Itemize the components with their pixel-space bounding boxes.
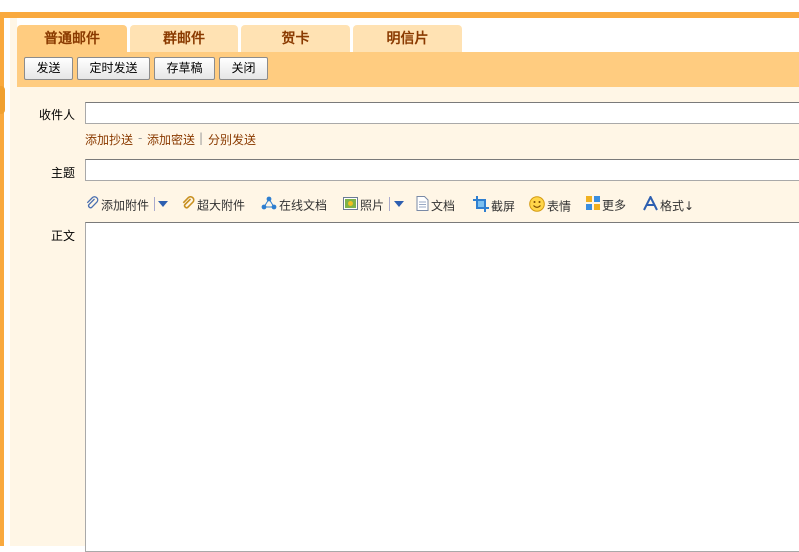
body-editor[interactable] [85,222,799,552]
tab-group-mail[interactable]: 群邮件 [130,25,238,52]
super-attachment-label: 超大附件 [197,198,246,213]
screenshot-button[interactable]: 截屏 [473,196,515,214]
recipient-label: 收件人 [38,108,75,122]
document-label: 文档 [431,199,456,213]
recipient-input[interactable] [85,102,799,124]
photo-button[interactable]: 照片 [343,196,384,214]
add-attachment-button[interactable]: 添加附件 [85,196,149,214]
tab-greeting-card[interactable]: 贺卡 [241,25,350,52]
tool-divider [154,197,155,211]
format-label: 格式↓ [660,199,695,213]
link-separator: - [138,131,143,145]
chevron-down-icon[interactable] [158,201,168,207]
font-a-icon [643,194,658,216]
link-separator: | [199,131,204,145]
emoji-label: 表情 [547,199,572,214]
paperclip-large-icon [181,196,195,215]
emoji-button[interactable]: 表情 [529,196,571,214]
screenshot-label: 截屏 [491,199,516,214]
left-inner-strip [10,18,17,546]
subject-input[interactable] [85,159,799,181]
send-button[interactable]: 发送 [24,57,73,80]
grid-icon [586,196,600,215]
tab-normal-mail[interactable]: 普通邮件 [17,25,127,52]
scheduled-send-button[interactable]: 定时发送 [77,57,150,80]
document-icon [416,196,429,216]
add-cc-link[interactable]: 添加抄送 [85,131,133,148]
save-draft-button[interactable]: 存草稿 [154,57,215,80]
online-doc-label: 在线文档 [279,198,328,213]
chevron-down-icon[interactable] [394,201,404,207]
close-button[interactable]: 关闭 [219,57,268,80]
share-nodes-icon [261,196,277,215]
photo-label: 照片 [360,198,385,213]
top-accent-bar [0,12,799,18]
more-label: 更多 [602,198,627,213]
separate-send-link[interactable]: 分别发送 [208,131,256,148]
sidebar-collapse-handle[interactable] [0,86,5,114]
format-button[interactable]: 格式↓ [643,194,695,216]
tab-postcard[interactable]: 明信片 [353,25,462,52]
online-doc-button[interactable]: 在线文档 [261,196,327,214]
body-label: 正文 [50,229,75,243]
tool-divider [389,197,390,211]
subject-label: 主题 [50,166,75,180]
more-button[interactable]: 更多 [586,196,626,214]
screenshot-icon [473,196,489,217]
smiley-icon [529,196,545,217]
add-bcc-link[interactable]: 添加密送 [147,131,195,148]
super-attachment-button[interactable]: 超大附件 [181,196,245,214]
photo-icon [343,196,358,215]
paperclip-icon [85,196,99,215]
document-button[interactable]: 文档 [416,196,455,214]
add-attachment-label: 添加附件 [101,198,150,213]
